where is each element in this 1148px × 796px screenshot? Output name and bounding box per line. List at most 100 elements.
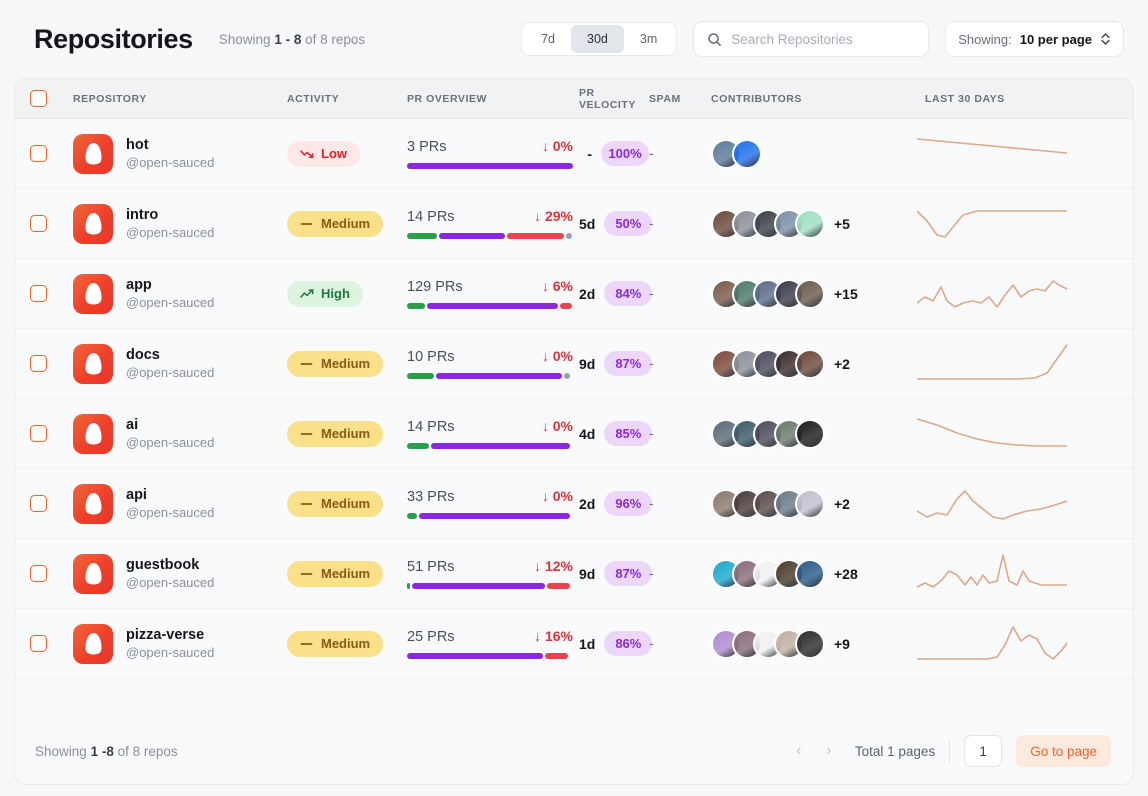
- pr-velocity-days: 2d: [579, 286, 595, 302]
- pr-velocity-days: 9d: [579, 566, 595, 582]
- repository-cell[interactable]: pizza-verse@open-sauced: [61, 624, 287, 664]
- page-number-input[interactable]: [964, 735, 1002, 767]
- last-30-days-cell: [917, 127, 1117, 181]
- range-button-7d[interactable]: 7d: [525, 25, 571, 53]
- row-select-checkbox[interactable]: [30, 635, 47, 652]
- pr-bar-segment-purple: [412, 583, 545, 589]
- showing-mid: of: [305, 32, 316, 47]
- table-footer: Showing 1 -8 of 8 repos ‹ › Total 1 page…: [15, 718, 1133, 784]
- repository-cell[interactable]: docs@open-sauced: [61, 344, 287, 384]
- contributor-avatar[interactable]: [795, 349, 825, 379]
- per-page-selector[interactable]: Showing: 10 per page: [945, 21, 1124, 57]
- spam-value: -: [649, 355, 654, 371]
- contributors-cell: +15: [711, 279, 917, 309]
- pr-overview-top: 129 PRs↓ 6%: [407, 278, 573, 295]
- chevron-left-icon[interactable]: ‹: [791, 742, 807, 760]
- per-page-label: Showing:: [958, 32, 1011, 47]
- search-container[interactable]: [693, 21, 929, 57]
- contributor-avatar[interactable]: [732, 139, 762, 169]
- contributors-cell: +5: [711, 209, 917, 239]
- contributors-cell: [711, 419, 917, 449]
- repository-avatar: [73, 484, 113, 524]
- table-body: hot@open-saucedLow3 PRs↓ 0%-100%-intro@o…: [15, 119, 1133, 718]
- row-select-checkbox[interactable]: [30, 425, 47, 442]
- repository-text: api@open-sauced: [126, 486, 214, 522]
- repository-cell[interactable]: app@open-sauced: [61, 274, 287, 314]
- time-range-toggle-group: 7d 30d 3m: [521, 22, 677, 56]
- repository-avatar: [73, 624, 113, 664]
- trend-flat-icon: [300, 218, 314, 230]
- row-select-checkbox[interactable]: [30, 145, 47, 162]
- activity-badge: High: [287, 281, 363, 307]
- row-select-checkbox[interactable]: [30, 285, 47, 302]
- repository-name: api: [126, 486, 214, 504]
- pr-overview-top: 14 PRs↓ 29%: [407, 208, 573, 225]
- pizza-slice-icon: [83, 142, 104, 166]
- pr-progress-bar: [407, 373, 573, 379]
- row-select-checkbox[interactable]: [30, 215, 47, 232]
- repository-cell[interactable]: api@open-sauced: [61, 484, 287, 524]
- pr-bar-segment-purple: [419, 513, 570, 519]
- pr-progress-bar: [407, 583, 573, 589]
- go-to-page-button[interactable]: Go to page: [1016, 735, 1111, 767]
- pr-count: 10 PRs: [407, 349, 455, 365]
- contributor-avatar[interactable]: [795, 629, 825, 659]
- contributor-avatar-stack: [711, 489, 825, 519]
- row-select-checkbox[interactable]: [30, 495, 47, 512]
- footer-showing-mid: of: [118, 744, 129, 759]
- showing-summary: Showing 1 - 8 of 8 repos: [219, 32, 365, 47]
- contributor-avatar[interactable]: [795, 419, 825, 449]
- spam-value: -: [649, 635, 654, 651]
- contributor-avatar[interactable]: [795, 559, 825, 589]
- repository-cell[interactable]: intro@open-sauced: [61, 204, 287, 244]
- sparkline-chart: [917, 617, 1067, 671]
- pr-delta: ↓ 0%: [542, 418, 573, 434]
- spam-cell: -: [649, 425, 711, 443]
- pr-bar-segment-purple: [439, 233, 505, 239]
- repository-avatar: [73, 204, 113, 244]
- pr-velocity-percent: 50%: [604, 211, 652, 236]
- pagination-controls: ‹ › Total 1 pages Go to page: [791, 735, 1111, 767]
- column-header-activity: ACTIVITY: [287, 93, 407, 105]
- row-select-checkbox[interactable]: [30, 355, 47, 372]
- spam-cell: -: [649, 215, 711, 233]
- pr-overview-cell: 33 PRs↓ 0%: [407, 488, 579, 519]
- repository-name: ai: [126, 416, 214, 434]
- column-header-pr-velocity: PR VELOCITY: [579, 87, 649, 111]
- repository-cell[interactable]: guestbook@open-sauced: [61, 554, 287, 594]
- page-title: Repositories: [34, 24, 193, 55]
- contributor-overflow-count: +15: [834, 286, 858, 302]
- pr-bar-segment-purple: [407, 163, 573, 169]
- range-button-30d[interactable]: 30d: [571, 25, 624, 53]
- activity-cell: Medium: [287, 561, 407, 587]
- contributors-cell: +2: [711, 489, 917, 519]
- pr-count: 14 PRs: [407, 419, 455, 435]
- contributor-avatar[interactable]: [795, 209, 825, 239]
- pr-overview-top: 14 PRs ↓ 0%: [407, 418, 573, 435]
- spam-cell: -: [649, 565, 711, 583]
- repository-cell[interactable]: ai@open-sauced: [61, 414, 287, 454]
- showing-total: 8 repos: [320, 32, 365, 47]
- pr-bar-segment-green: [407, 583, 410, 589]
- contributor-overflow-count: +5: [834, 216, 850, 232]
- pr-velocity-days: 9d: [579, 356, 595, 372]
- repository-cell[interactable]: hot@open-sauced: [61, 134, 287, 174]
- activity-badge: Medium: [287, 631, 383, 657]
- range-button-3m[interactable]: 3m: [624, 25, 673, 53]
- contributor-avatar[interactable]: [795, 279, 825, 309]
- pr-velocity-wrap: 9d87%: [579, 351, 649, 376]
- row-select-checkbox[interactable]: [30, 565, 47, 582]
- trend-flat-icon: [300, 638, 314, 650]
- pr-velocity-cell: 1d86%: [579, 631, 649, 656]
- trend-up-icon: [300, 288, 314, 300]
- spam-cell: -: [649, 495, 711, 513]
- search-input[interactable]: [731, 32, 915, 47]
- row-select-cell: [15, 635, 61, 652]
- chevron-right-icon[interactable]: ›: [821, 742, 837, 760]
- contributor-avatar[interactable]: [795, 489, 825, 519]
- select-all-checkbox[interactable]: [30, 90, 47, 107]
- pr-velocity-cell: 2d84%: [579, 281, 649, 306]
- spam-value: -: [649, 425, 654, 441]
- trend-down-icon: [300, 148, 314, 160]
- pr-velocity-wrap: 5d50%: [579, 211, 649, 236]
